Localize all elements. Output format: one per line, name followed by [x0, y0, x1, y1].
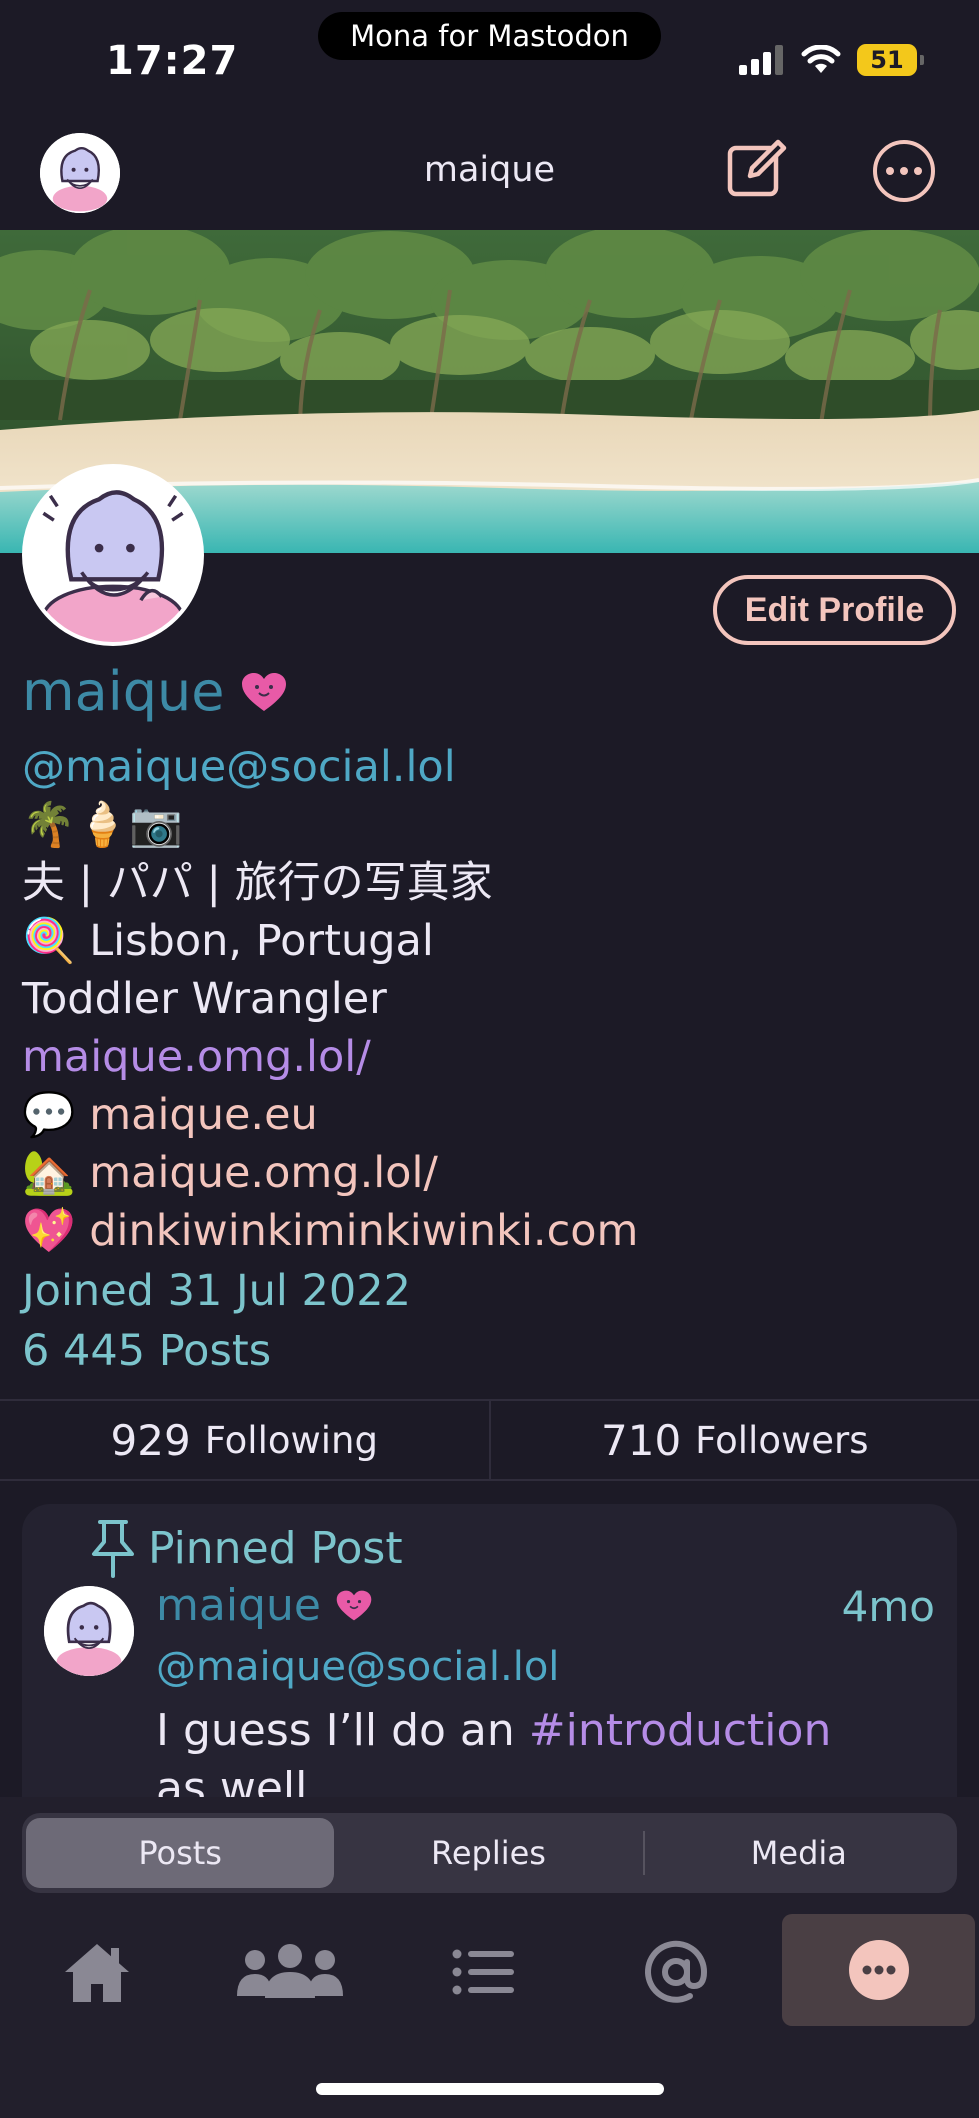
- tab-lists[interactable]: [386, 1912, 579, 2032]
- hashtag-link[interactable]: #introduction: [529, 1705, 832, 1756]
- house-emoji-icon: 🏡: [22, 1148, 76, 1198]
- status-icons: 51: [739, 44, 924, 76]
- post-author-row: maique: [156, 1580, 373, 1631]
- tab-people[interactable]: [193, 1912, 386, 2032]
- profile-avatar[interactable]: [22, 464, 204, 646]
- home-icon: [64, 1944, 129, 2002]
- bio-link[interactable]: maique.eu: [89, 1090, 318, 1140]
- post-author-handle[interactable]: @maique@social.lol: [156, 1644, 559, 1690]
- post-text: I guess I’ll do an: [156, 1705, 529, 1756]
- posts-count: 6 445 Posts: [22, 1326, 272, 1376]
- bio-link-row: 🏡 maique.omg.lol/: [22, 1144, 638, 1202]
- status-time: 17:27: [106, 38, 239, 84]
- heart-emoji-icon: [242, 672, 287, 711]
- nav-title: maique: [423, 150, 556, 190]
- followers-count: 710: [601, 1415, 682, 1465]
- bio-link[interactable]: dinkiwinkiminkiwinki.com: [89, 1206, 638, 1256]
- bio-link[interactable]: maique.omg.lol/: [89, 1148, 438, 1198]
- display-name: maique: [22, 660, 225, 723]
- app-name-pill: Mona for Mastodon: [318, 12, 661, 60]
- location-text: Lisbon, Portugal: [89, 916, 434, 966]
- pinned-post-card[interactable]: Pinned Post maique 4mo @maique@social.lo…: [22, 1504, 957, 1834]
- post-avatar[interactable]: [44, 1586, 134, 1676]
- following-count: 929: [110, 1415, 191, 1465]
- post-timestamp: 4mo: [841, 1582, 935, 1631]
- pinned-indicator: Pinned Post: [90, 1518, 403, 1578]
- bio-link-row: 💬 maique.eu: [22, 1086, 638, 1144]
- compose-icon[interactable]: [726, 138, 788, 200]
- segment-posts[interactable]: Posts: [26, 1818, 335, 1888]
- wifi-icon: [801, 45, 841, 73]
- following-stat[interactable]: 929 Following: [0, 1401, 489, 1479]
- heart-emoji-icon: [336, 1590, 372, 1621]
- segment-media[interactable]: Media: [645, 1818, 953, 1888]
- followers-label: Followers: [695, 1418, 869, 1462]
- mention-icon: [644, 1940, 707, 2003]
- post-author-name[interactable]: maique: [156, 1580, 321, 1631]
- lollipop-emoji-icon: 🍭: [22, 916, 76, 966]
- pin-icon: [92, 1520, 134, 1578]
- battery-icon: 51: [857, 44, 924, 76]
- bio-emoji-line: 🌴🍦📷: [22, 800, 183, 850]
- people-icon: [236, 1944, 343, 1998]
- followers-stat[interactable]: 710 Followers: [488, 1401, 979, 1479]
- bio-link-main[interactable]: maique.omg.lol/: [22, 1028, 638, 1086]
- signal-icon: [739, 45, 783, 75]
- bio-location: 🍭 Lisbon, Portugal: [22, 912, 638, 970]
- profile-feed-segmented-control: Posts Replies Media: [22, 1813, 957, 1893]
- tab-bar: [0, 1912, 979, 2032]
- sparkling-heart-emoji-icon: 💖: [22, 1206, 76, 1256]
- profile-handle[interactable]: @maique@social.lol: [22, 738, 638, 796]
- display-name-row: maique: [22, 660, 288, 723]
- profile-bio: @maique@social.lol 🌴🍦📷 夫 | パパ | 旅行の写真家 🍭…: [22, 738, 638, 1260]
- segment-replies[interactable]: Replies: [334, 1818, 642, 1888]
- list-icon: [452, 1949, 514, 1995]
- more-icon: [848, 1940, 909, 2000]
- following-label: Following: [204, 1418, 378, 1462]
- profile-meta: Joined 31 Jul 2022 6 445 Posts: [22, 1262, 411, 1382]
- more-options-icon[interactable]: [873, 140, 935, 202]
- joined-date: Joined 31 Jul 2022: [22, 1266, 411, 1316]
- home-indicator[interactable]: [316, 2083, 664, 2095]
- pinned-label: Pinned Post: [148, 1522, 403, 1574]
- profile-screen: 17:27 Mona for Mastodon 51 maique Edit P…: [0, 0, 979, 2118]
- tab-mentions[interactable]: [579, 1912, 772, 2032]
- edit-profile-button[interactable]: Edit Profile: [713, 575, 956, 645]
- tab-home[interactable]: [0, 1912, 193, 2032]
- bio-japanese: 夫 | パパ | 旅行の写真家: [22, 858, 493, 908]
- bio-tagline: Toddler Wrangler: [22, 974, 387, 1024]
- bio-link-row: 💖 dinkiwinkiminkiwinki.com: [22, 1202, 638, 1260]
- speech-bubble-emoji-icon: 💬: [22, 1090, 76, 1140]
- follow-stats: 929 Following 710 Followers: [0, 1399, 979, 1481]
- tab-more[interactable]: [782, 1914, 975, 2026]
